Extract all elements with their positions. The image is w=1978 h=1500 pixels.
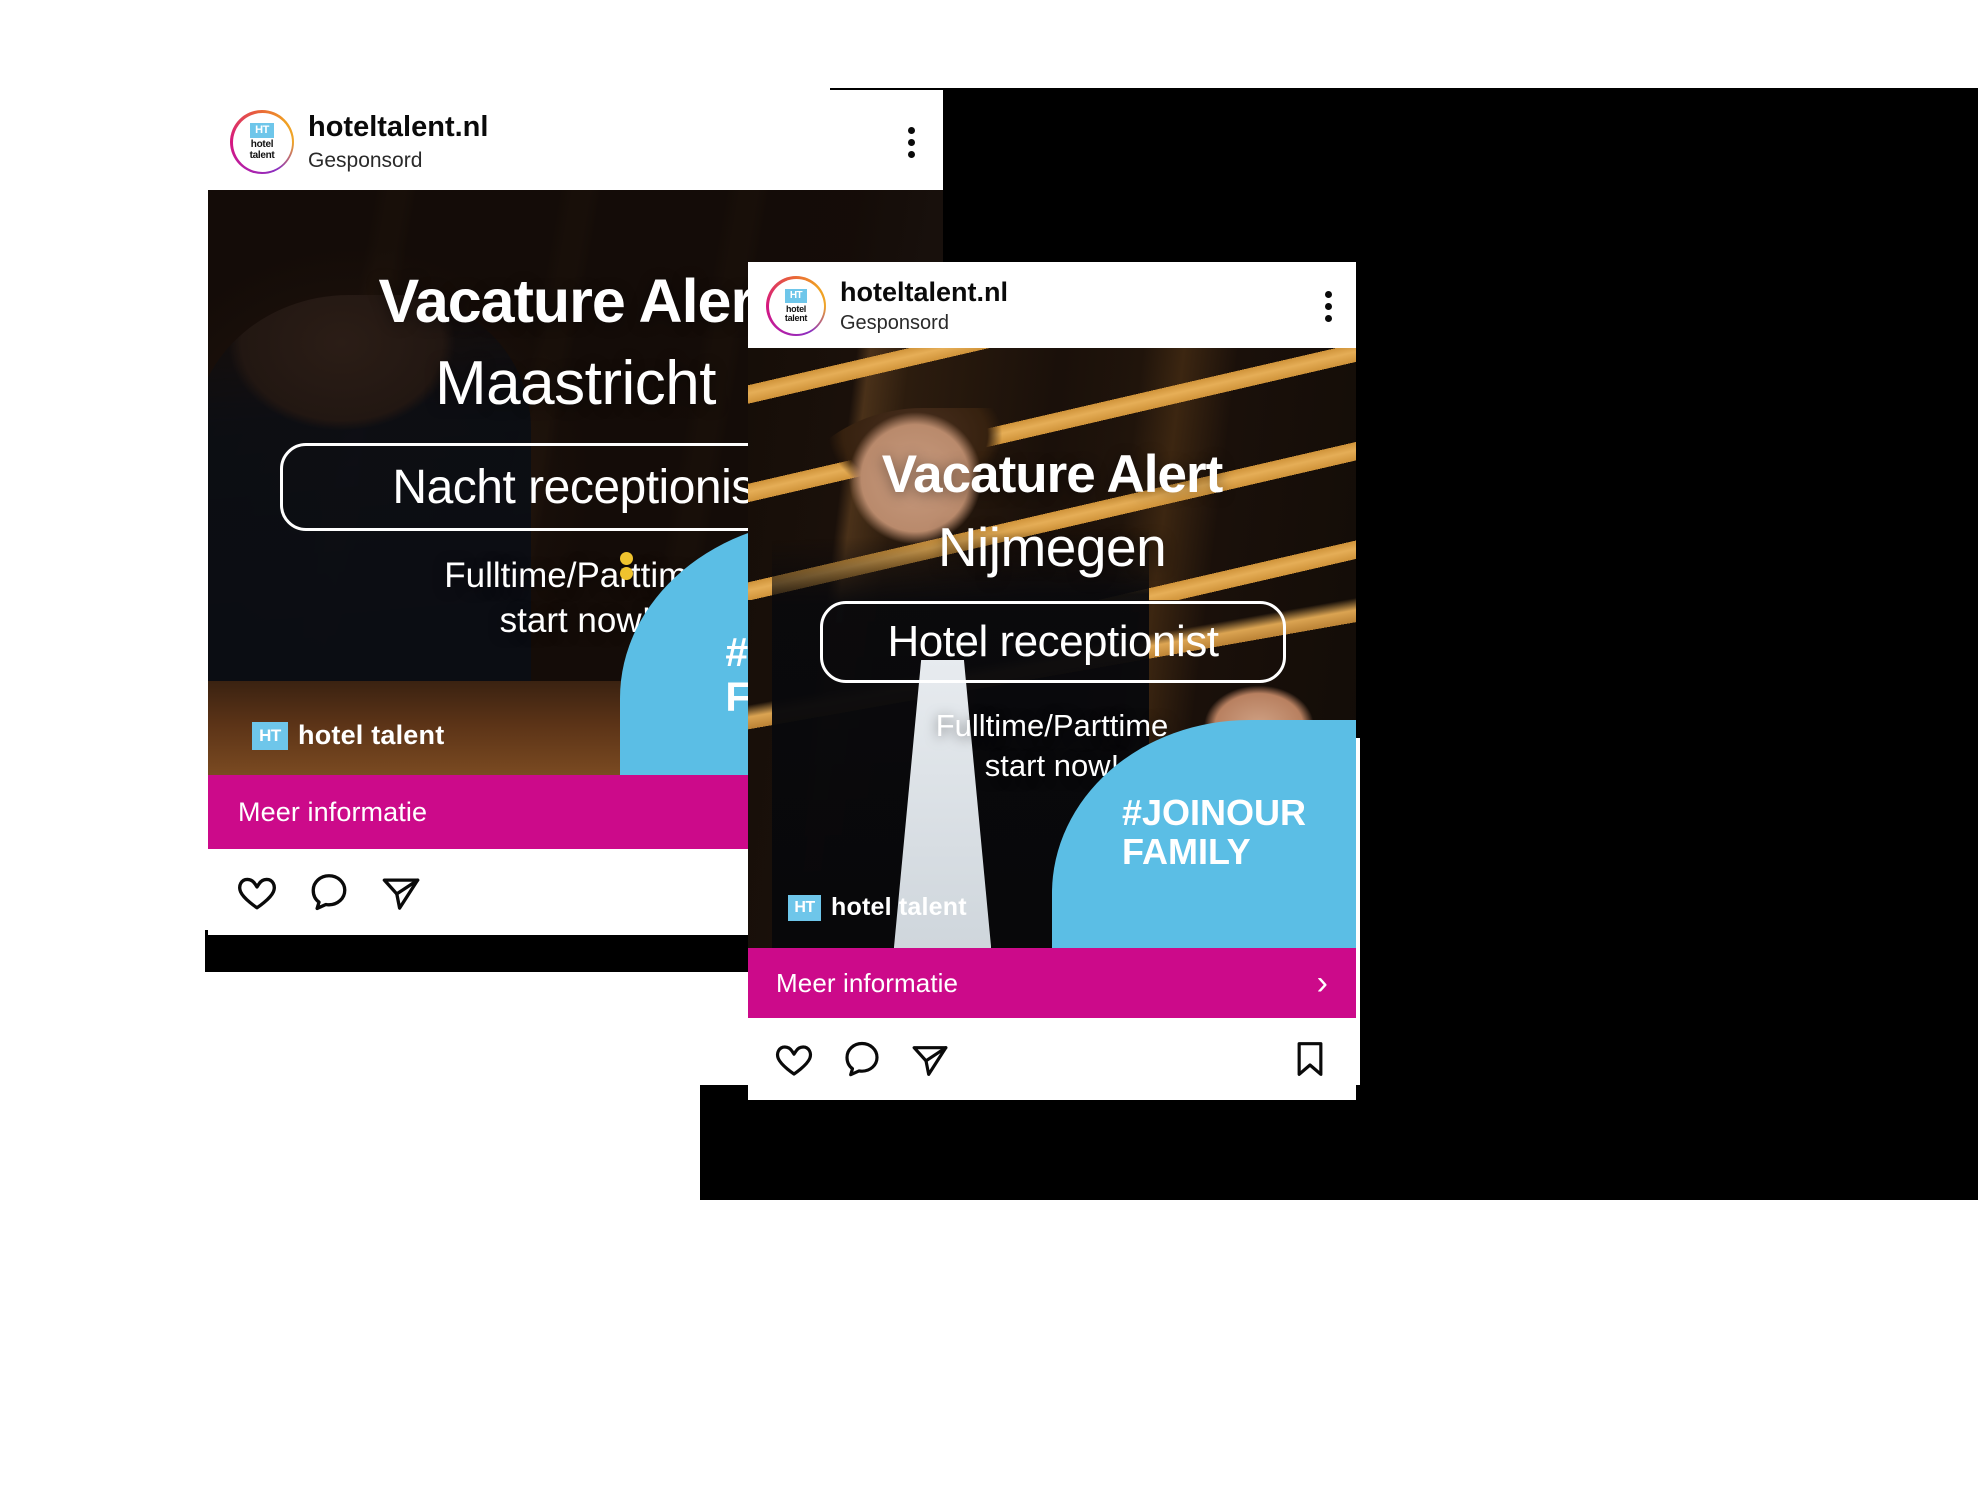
watermark-label: hotel talent — [831, 893, 967, 921]
post-header-text: hoteltalent.nl Gesponsord — [840, 277, 1319, 335]
more-options-icon[interactable] — [902, 121, 921, 164]
dot — [908, 126, 915, 134]
brand-watermark: HT hotel talent — [252, 720, 444, 751]
post-creative-image[interactable]: Vacature Alert Nijmegen Hotel receptioni… — [748, 348, 1356, 948]
post-actions — [748, 1018, 1356, 1100]
dot — [620, 552, 633, 565]
dot — [620, 567, 633, 580]
like-icon[interactable] — [774, 1039, 814, 1079]
blob-text-line2: FAMILY — [1122, 831, 1251, 873]
share-icon[interactable] — [380, 871, 422, 913]
creative-headline: Vacature Alert — [881, 445, 1224, 504]
logo-ht-mark: HT — [250, 123, 274, 139]
creative-city: Nijmegen — [937, 516, 1167, 578]
watermark-ht-mark: HT — [252, 721, 288, 750]
avatar-inner-ring: HT hotel talent — [768, 278, 824, 334]
account-handle[interactable]: hoteltalent.nl — [840, 277, 1319, 308]
creative-role-box: Hotel receptionist — [820, 601, 1286, 683]
creative-overlay: Vacature Alert Nijmegen Hotel receptioni… — [748, 348, 1356, 948]
like-icon[interactable] — [236, 871, 278, 913]
blob-text-line1: #JOINOUR — [1122, 792, 1307, 834]
card-shadow-front-bottom — [700, 1085, 1978, 1200]
cta-label: Meer informatie — [776, 967, 959, 998]
card-shadow-front-right — [1360, 88, 1978, 1198]
comment-icon[interactable] — [308, 871, 350, 913]
post-header: HT hotel talent hoteltalent.nl Gesponsor… — [748, 262, 1356, 348]
logo-wordmark: hotel talent — [784, 304, 808, 323]
more-options-icon[interactable] — [1319, 285, 1338, 328]
save-icon[interactable] — [1290, 1039, 1330, 1079]
sponsored-label: Gesponsord — [308, 148, 423, 172]
logo-word-hotel: hotel — [250, 139, 274, 151]
accent-dots-icon — [620, 552, 633, 580]
account-handle[interactable]: hoteltalent.nl — [308, 111, 902, 144]
post-header: HT hotel talent hoteltalent.nl Gesponsor… — [208, 90, 943, 190]
dot — [1325, 302, 1332, 310]
post-header-text: hoteltalent.nl Gesponsord — [308, 111, 902, 173]
share-icon[interactable] — [910, 1039, 950, 1079]
chevron-right-icon[interactable]: › — [1317, 966, 1328, 1000]
canvas: HT hotel talent hoteltalent.nl Gesponsor… — [0, 0, 1978, 1500]
logo-ht-mark: HT — [785, 288, 807, 303]
avatar[interactable]: HT hotel talent — [766, 276, 826, 336]
cta-label: Meer informatie — [238, 796, 428, 827]
dot — [908, 138, 915, 146]
hotel-talent-logo-icon: HT hotel talent — [771, 281, 821, 331]
logo-word-talent: talent — [249, 149, 275, 161]
cta-bar[interactable]: Meer informatie › — [748, 948, 1356, 1018]
logo-word-talent: talent — [784, 313, 808, 323]
dot — [908, 150, 915, 158]
instagram-post-card-nijmegen[interactable]: HT hotel talent hoteltalent.nl Gesponsor… — [748, 262, 1356, 1100]
blob-text: #JOINOUR FAMILY — [1122, 792, 1307, 873]
brand-watermark: HT hotel talent — [788, 893, 967, 922]
comment-icon[interactable] — [842, 1039, 882, 1079]
avatar[interactable]: HT hotel talent — [230, 110, 294, 174]
avatar-inner-ring: HT hotel talent — [232, 112, 292, 172]
hotel-talent-logo-icon: HT hotel talent — [235, 115, 289, 169]
sponsored-label: Gesponsord — [840, 312, 949, 335]
logo-wordmark: hotel talent — [249, 139, 275, 161]
dot — [1325, 314, 1332, 322]
watermark-label: hotel talent — [298, 720, 445, 750]
dot — [1325, 290, 1332, 298]
watermark-ht-mark: HT — [788, 894, 821, 921]
